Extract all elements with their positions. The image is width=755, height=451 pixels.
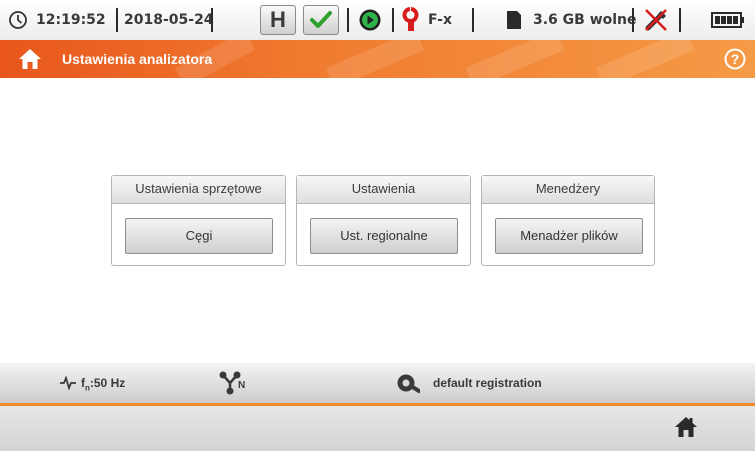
battery-icon: [711, 0, 745, 40]
usb-disconnected-icon: [642, 0, 670, 40]
separator: [632, 8, 634, 32]
group-header: Menedżery: [482, 176, 654, 204]
sd-card-icon: [507, 0, 521, 40]
separator: [211, 8, 213, 32]
group-header: Ustawienia: [297, 176, 470, 204]
regional-settings-button[interactable]: Ust. regionalne: [310, 218, 458, 254]
svg-text:?: ?: [731, 51, 740, 67]
separator: [472, 8, 474, 32]
record-play-icon[interactable]: [358, 0, 382, 40]
group-hardware-settings: Ustawienia sprzętowe Cęgi: [111, 175, 286, 266]
separator: [679, 8, 681, 32]
registration-config-icon: [396, 372, 421, 399]
bottom-nav: [0, 406, 755, 451]
frequency-readout: fn:50 Hz: [81, 363, 125, 403]
hold-label: H: [270, 7, 286, 32]
group-settings: Ustawienia Ust. regionalne: [296, 175, 471, 266]
home-icon[interactable]: [18, 48, 42, 75]
home-icon: [675, 417, 697, 437]
separator: [347, 8, 349, 32]
clamp-type: F-x: [428, 12, 452, 28]
clamps-button[interactable]: Cęgi: [125, 218, 273, 254]
home-nav-button[interactable]: [674, 416, 698, 440]
status-time: 12:19:52: [36, 12, 106, 28]
page-title: Ustawienia analizatora: [62, 51, 213, 67]
group-header: Ustawienia sprzętowe: [112, 176, 285, 204]
title-bar: Ustawienia analizatora ?: [0, 40, 755, 78]
info-bar: fn:50 Hz N default registration: [0, 363, 755, 403]
clamp-icon: [402, 0, 420, 40]
file-manager-button[interactable]: Menadżer plików: [495, 218, 643, 254]
separator: [392, 8, 394, 32]
separator: [116, 8, 118, 32]
status-date: 2018-05-24: [124, 12, 214, 28]
help-icon[interactable]: ?: [724, 48, 746, 75]
registration-name: default registration: [433, 376, 542, 390]
ok-button[interactable]: [303, 5, 339, 35]
clock-icon: [8, 0, 28, 40]
frequency-value: :50 Hz: [89, 376, 126, 390]
checkmark-icon: [310, 11, 332, 28]
waveform-icon: [60, 375, 76, 395]
network-subscript: N: [238, 380, 246, 391]
hold-button[interactable]: H: [260, 5, 296, 35]
status-bar: 12:19:52 2018-05-24 H F-x 3.6 GB wolne: [0, 0, 755, 40]
memory-free: 3.6 GB wolne: [533, 12, 637, 28]
group-managers: Menedżery Menadżer plików: [481, 175, 655, 266]
